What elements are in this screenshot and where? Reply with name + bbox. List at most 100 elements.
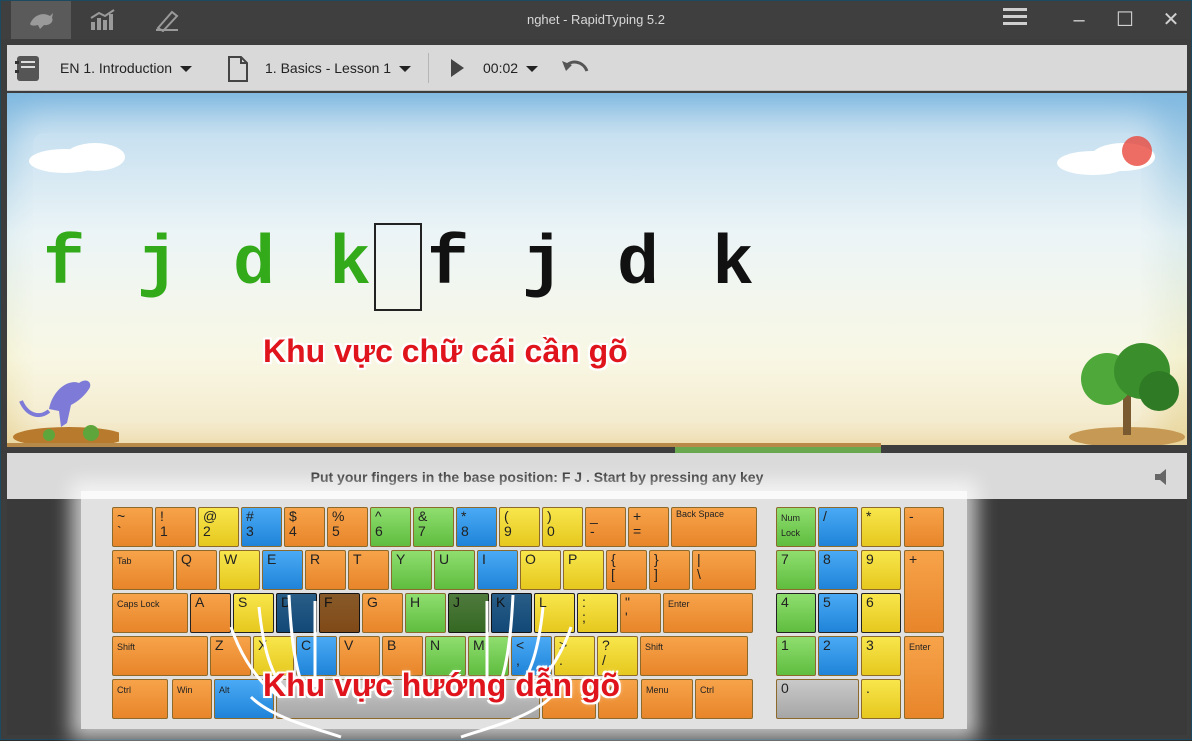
remaining-char: d: [617, 226, 660, 305]
key-shift-label: (: [504, 508, 509, 524]
key-label: ]: [654, 566, 658, 582]
key[interactable]: @2: [198, 507, 239, 547]
key[interactable]: O: [520, 550, 561, 590]
key[interactable]: 3: [861, 636, 901, 676]
key[interactable]: -: [904, 507, 944, 547]
key[interactable]: }]: [649, 550, 690, 590]
key[interactable]: 7: [776, 550, 816, 590]
key-shift-label: @: [203, 508, 218, 524]
key[interactable]: 6: [861, 593, 901, 633]
key-label: Shift: [645, 642, 664, 652]
key-label: Ctrl: [700, 685, 714, 695]
key[interactable]: Tab: [112, 550, 174, 590]
key[interactable]: % 5: [327, 507, 368, 547]
key-shift-label: |: [697, 551, 701, 567]
key[interactable]: 4: [776, 593, 816, 633]
key[interactable]: Ctrl: [112, 679, 168, 719]
chevron-down-icon: [180, 66, 193, 73]
timer-dropdown[interactable]: 00:02: [483, 60, 539, 76]
close-button[interactable]: ✕: [1157, 7, 1185, 33]
minimize-button[interactable]: –: [1065, 7, 1093, 33]
lesson-area: f j d k f j d k Khu vực chữ cái cần gõ: [7, 93, 1187, 445]
key[interactable]: /: [818, 507, 858, 547]
key-label: [: [611, 566, 615, 582]
key[interactable]: 8: [818, 550, 858, 590]
key-label: 7: [781, 551, 789, 567]
key-label: 3: [866, 637, 874, 653]
key[interactable]: P: [563, 550, 604, 590]
key-label: Caps Lock: [117, 599, 160, 609]
maximize-button[interactable]: ☐: [1111, 7, 1139, 33]
key-label: U: [439, 551, 450, 567]
kangaroo-mascot: [13, 380, 119, 445]
key[interactable]: Y: [391, 550, 432, 590]
status-message: Put your fingers in the base position: F…: [310, 469, 764, 485]
key[interactable]: +: [904, 550, 944, 633]
key[interactable]: T: [348, 550, 389, 590]
key-label: 5: [332, 523, 340, 539]
key[interactable]: E: [262, 550, 303, 590]
key[interactable]: 1: [776, 636, 816, 676]
guide-area-annotation: Khu vực hướng dẫn gõ: [263, 667, 621, 703]
toolbar-divider: [428, 53, 429, 83]
key[interactable]: U: [434, 550, 475, 590]
key[interactable]: " ': [620, 593, 661, 633]
key[interactable]: ! 1: [155, 507, 196, 547]
key[interactable]: {[: [606, 550, 647, 590]
key-label: 4: [289, 523, 297, 539]
key-label: 2: [823, 637, 831, 653]
key[interactable]: Num Lock: [776, 507, 816, 547]
key[interactable]: & 7: [413, 507, 454, 547]
key[interactable]: Shift: [640, 636, 748, 676]
key[interactable]: ^ 6: [370, 507, 411, 547]
key[interactable]: R: [305, 550, 346, 590]
typed-char: k: [329, 226, 372, 305]
key[interactable]: *: [861, 507, 901, 547]
key[interactable]: ~ `: [112, 507, 153, 547]
remaining-char: j: [522, 226, 565, 305]
key-label: Enter: [909, 642, 931, 652]
key[interactable]: #3: [241, 507, 282, 547]
key[interactable]: W: [219, 550, 260, 590]
speaker-icon[interactable]: [1153, 467, 1173, 487]
play-icon[interactable]: [449, 58, 465, 78]
key[interactable]: Ctrl: [695, 679, 753, 719]
key[interactable]: Caps Lock: [112, 593, 188, 633]
key-label: 8: [823, 551, 831, 567]
key[interactable]: Menu: [641, 679, 693, 719]
key[interactable]: (9: [499, 507, 540, 547]
key[interactable]: 2: [818, 636, 858, 676]
lesson-dropdown[interactable]: 1. Basics - Lesson 1: [265, 60, 412, 76]
key[interactable]: $4: [284, 507, 325, 547]
key[interactable]: .: [861, 679, 901, 719]
key[interactable]: 5: [818, 593, 858, 633]
key[interactable]: Shift: [112, 636, 208, 676]
key[interactable]: 0: [776, 679, 859, 719]
undo-icon[interactable]: [561, 57, 589, 79]
key[interactable]: ) 0: [542, 507, 583, 547]
key[interactable]: * 8: [456, 507, 497, 547]
key-label: 9: [504, 523, 512, 539]
key[interactable]: Win: [172, 679, 212, 719]
key[interactable]: | \: [692, 550, 756, 590]
hands-guide-icon: [229, 594, 573, 739]
key[interactable]: Enter: [663, 593, 753, 633]
key[interactable]: _ -: [585, 507, 626, 547]
course-dropdown[interactable]: EN 1. Introduction: [60, 60, 193, 76]
key[interactable]: Enter: [904, 636, 944, 719]
key-shift-label: !: [160, 508, 164, 524]
key-shift-label: _: [590, 508, 598, 524]
typed-char: d: [233, 226, 276, 305]
key[interactable]: Back Space: [671, 507, 757, 547]
tree-decoration: [1069, 343, 1185, 445]
key-label: E: [267, 551, 277, 567]
key-label: 4: [781, 594, 789, 610]
key[interactable]: Q: [176, 550, 217, 590]
lesson-glow: [33, 133, 1141, 423]
hamburger-menu-icon[interactable]: [1001, 7, 1029, 33]
key[interactable]: + =: [628, 507, 669, 547]
course-book-icon[interactable]: [13, 53, 43, 83]
key[interactable]: I: [477, 550, 518, 590]
key[interactable]: 9: [861, 550, 901, 590]
key-label: Win: [177, 685, 193, 695]
